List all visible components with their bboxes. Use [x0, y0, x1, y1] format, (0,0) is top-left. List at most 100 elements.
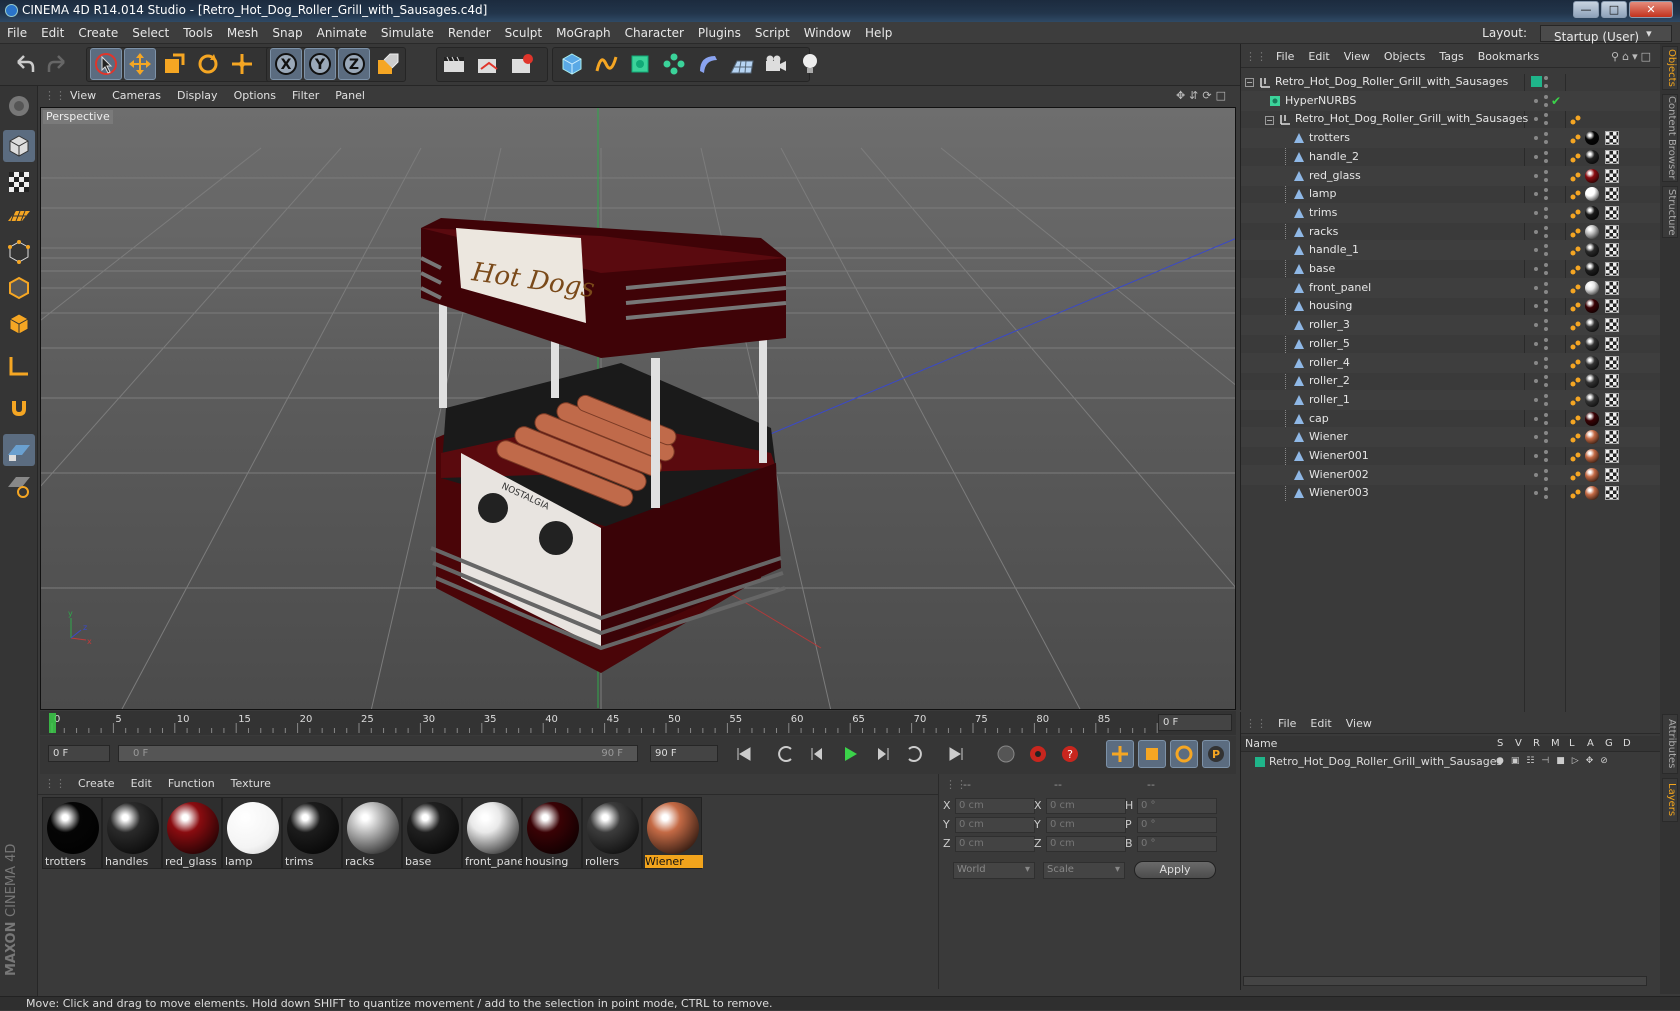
- object-row[interactable]: base: [1241, 259, 1661, 279]
- uvw-tag-icon[interactable]: [1605, 336, 1619, 351]
- layer-flag-column[interactable]: R: [1533, 736, 1540, 752]
- material-swatch[interactable]: housing: [522, 797, 582, 869]
- apply-button[interactable]: Apply: [1134, 861, 1216, 879]
- rotate-tool-icon[interactable]: [192, 48, 224, 80]
- axis-mode-icon[interactable]: [3, 350, 35, 382]
- deformer-icon[interactable]: [692, 48, 724, 80]
- object-row[interactable]: roller_5: [1241, 334, 1661, 354]
- object-menu-objects[interactable]: Objects: [1377, 46, 1433, 68]
- make-editable-icon[interactable]: [3, 90, 35, 122]
- menu-mesh[interactable]: Mesh: [220, 22, 266, 44]
- object-row[interactable]: housing: [1241, 296, 1661, 316]
- render-view-icon[interactable]: [438, 48, 470, 80]
- material-menu-create[interactable]: Create: [70, 774, 123, 794]
- move-tool-icon[interactable]: [124, 48, 156, 80]
- layer-flag-column[interactable]: M: [1551, 736, 1560, 752]
- layout-dropdown[interactable]: Startup (User) ▾: [1540, 24, 1672, 44]
- phong-tag-icon[interactable]: [1569, 282, 1581, 294]
- phong-tag-icon[interactable]: [1569, 375, 1581, 387]
- material-tag-icon[interactable]: [1585, 168, 1599, 183]
- redo-icon[interactable]: [42, 48, 74, 80]
- previous-key-icon[interactable]: [772, 740, 800, 768]
- menu-animate[interactable]: Animate: [310, 22, 374, 44]
- material-tag-icon[interactable]: [1585, 336, 1599, 351]
- z-axis-lock-icon[interactable]: Z: [338, 48, 370, 80]
- model-mode-icon[interactable]: [3, 130, 35, 162]
- coordinate-field[interactable]: 0 °: [1137, 798, 1217, 814]
- material-swatch[interactable]: Wiener: [642, 797, 703, 869]
- maximize-button[interactable]: □: [1601, 1, 1627, 18]
- keyframe-selection-icon[interactable]: ?: [1056, 740, 1084, 768]
- layer-menu-file[interactable]: File: [1271, 714, 1303, 734]
- object-menu-view[interactable]: View: [1337, 46, 1377, 68]
- phong-tag-icon[interactable]: [1569, 132, 1581, 144]
- uvw-tag-icon[interactable]: [1605, 355, 1619, 370]
- viewport-menu-view[interactable]: View: [62, 86, 104, 106]
- layer-flag-column[interactable]: V: [1515, 736, 1522, 752]
- light-icon[interactable]: [794, 48, 826, 80]
- coordinate-field[interactable]: 0 °: [1137, 836, 1217, 852]
- material-tag-icon[interactable]: [1585, 430, 1599, 445]
- object-row[interactable]: roller_4: [1241, 352, 1661, 373]
- material-tag-icon[interactable]: [1585, 411, 1599, 426]
- uvw-tag-icon[interactable]: [1605, 299, 1619, 314]
- material-swatch[interactable]: trims: [282, 797, 342, 869]
- uvw-tag-icon[interactable]: [1605, 262, 1619, 276]
- timeline-ruler[interactable]: 051015202530354045505560657075808590 0 F: [40, 711, 1236, 735]
- locked-workplane-icon[interactable]: [3, 434, 35, 466]
- object-row[interactable]: roller_3: [1241, 315, 1661, 336]
- material-tag-icon[interactable]: [1585, 374, 1599, 389]
- visibility-dots[interactable]: [1531, 278, 1553, 298]
- material-tag-icon[interactable]: [1585, 299, 1599, 314]
- coordinate-field[interactable]: 0 cm: [1046, 817, 1126, 833]
- visibility-dots[interactable]: [1531, 128, 1553, 148]
- material-tag-icon[interactable]: [1585, 486, 1599, 501]
- points-mode-icon[interactable]: [3, 236, 35, 268]
- playhead-marker[interactable]: [49, 713, 56, 733]
- layer-flag-column[interactable]: A: [1587, 736, 1594, 752]
- viewport-menu-options[interactable]: Options: [226, 86, 284, 106]
- object-menu-tags[interactable]: Tags: [1432, 46, 1470, 68]
- material-tag-icon[interactable]: [1585, 449, 1599, 463]
- object-menu-file[interactable]: File: [1269, 46, 1301, 68]
- go-to-start-icon[interactable]: [730, 740, 758, 768]
- timeline-end-field[interactable]: 0 F: [1158, 714, 1232, 731]
- coordinate-field[interactable]: 0 cm: [1046, 798, 1126, 814]
- material-menu-function[interactable]: Function: [160, 774, 223, 794]
- object-menu-bookmarks[interactable]: Bookmarks: [1471, 46, 1546, 68]
- visibility-dots[interactable]: [1531, 109, 1553, 129]
- menu-select[interactable]: Select: [125, 22, 176, 44]
- play-icon[interactable]: [836, 740, 864, 768]
- coordinate-field[interactable]: 0 cm: [1046, 836, 1126, 852]
- menu-file[interactable]: File: [0, 22, 34, 44]
- object-row[interactable]: lamp: [1241, 184, 1661, 204]
- uvw-tag-icon[interactable]: [1605, 374, 1619, 389]
- menu-edit[interactable]: Edit: [34, 22, 71, 44]
- object-row[interactable]: Retro_Hot_Dog_Roller_Grill_with_Sausages: [1241, 109, 1661, 129]
- object-row[interactable]: trotters: [1241, 128, 1661, 149]
- object-row[interactable]: handle_1: [1241, 240, 1661, 261]
- scale-tool-icon[interactable]: [158, 48, 190, 80]
- coordinate-field[interactable]: 0 cm: [955, 836, 1035, 852]
- phong-tag-icon[interactable]: [1569, 338, 1581, 350]
- visibility-dots[interactable]: [1531, 446, 1553, 466]
- previous-frame-icon[interactable]: [804, 740, 832, 768]
- auto-key-icon[interactable]: [1024, 740, 1052, 768]
- material-tag-icon[interactable]: [1585, 149, 1599, 164]
- uvw-tag-icon[interactable]: [1605, 131, 1619, 146]
- layer-row[interactable]: Retro_Hot_Dog_Roller_Grill_with_Sausages…: [1241, 753, 1661, 771]
- material-swatch[interactable]: lamp: [222, 797, 282, 869]
- menu-mograph[interactable]: MoGraph: [549, 22, 618, 44]
- record-keyframe-icon[interactable]: [992, 740, 1020, 768]
- menu-render[interactable]: Render: [441, 22, 498, 44]
- viewport-menu-display[interactable]: Display: [169, 86, 226, 106]
- phong-tag-icon[interactable]: [1569, 357, 1581, 369]
- object-row[interactable]: Wiener002: [1241, 464, 1661, 485]
- layer-flag-column[interactable]: L: [1569, 736, 1575, 752]
- menu-window[interactable]: Window: [797, 22, 858, 44]
- material-tag-icon[interactable]: [1585, 243, 1599, 258]
- visibility-dots[interactable]: [1531, 371, 1553, 391]
- menu-simulate[interactable]: Simulate: [374, 22, 441, 44]
- object-row[interactable]: red_glass: [1241, 165, 1661, 186]
- material-swatch[interactable]: red_glass: [162, 797, 222, 869]
